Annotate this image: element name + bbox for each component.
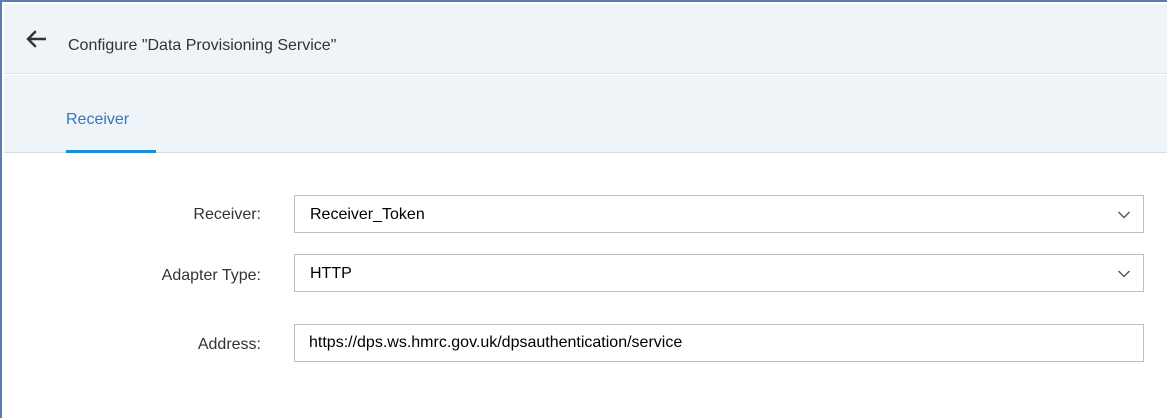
tab-bar: Receiver xyxy=(4,75,1167,153)
adapter-type-select-value: HTTP xyxy=(310,265,352,282)
receiver-select-value: Receiver_Token xyxy=(310,206,425,223)
tab-receiver-label: Receiver xyxy=(66,111,130,128)
arrow-left-icon xyxy=(26,30,47,48)
page-title: Configure "Data Provisioning Service" xyxy=(68,37,337,54)
address-label: Address: xyxy=(197,336,261,353)
receiver-select[interactable]: Receiver_Token xyxy=(294,195,1144,233)
tab-receiver[interactable]: Receiver xyxy=(66,75,158,153)
adapter-type-select[interactable]: HTTP xyxy=(294,254,1144,292)
receiver-form: Receiver: Receiver_Token Adapter Type: H… xyxy=(2,153,1167,420)
page-header: Configure "Data Provisioning Service" xyxy=(4,4,1167,74)
back-button[interactable] xyxy=(26,30,47,48)
address-input[interactable] xyxy=(294,324,1144,362)
receiver-label: Receiver: xyxy=(193,206,261,223)
adapter-type-label: Adapter Type: xyxy=(161,267,261,284)
chevron-down-icon[interactable] xyxy=(1117,208,1131,222)
chevron-down-icon[interactable] xyxy=(1117,267,1131,281)
dialog-frame: Configure "Data Provisioning Service" Re… xyxy=(0,0,1167,418)
